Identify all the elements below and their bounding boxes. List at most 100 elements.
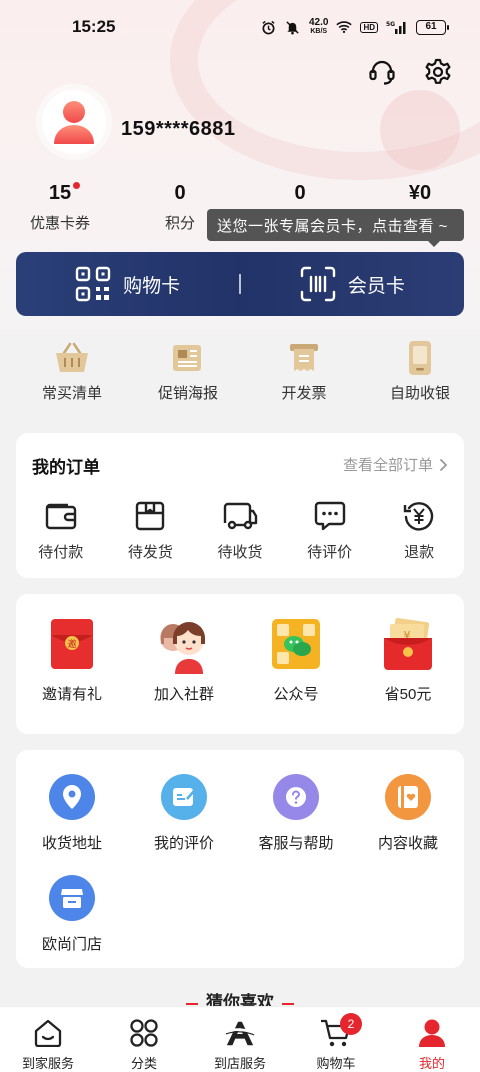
service-help[interactable]: 客服与帮助 — [240, 774, 352, 853]
category-grid-icon — [128, 1017, 160, 1049]
basket-icon — [54, 340, 90, 376]
user-phone[interactable]: 159****6881 — [121, 118, 236, 141]
wechat-qr-icon — [267, 614, 325, 674]
alarm-icon — [261, 19, 277, 35]
avatar[interactable] — [42, 90, 106, 154]
card-bar: 购物卡 会员卡 — [16, 252, 464, 316]
services-grid: 收货地址 我的评价 客服与帮助 内容收藏 欧尚门店 — [16, 774, 464, 954]
tab-cart[interactable]: 2 购物车 — [288, 1007, 384, 1072]
stat-label: 优惠卡券 — [29, 215, 90, 232]
order-pending-receipt[interactable]: 待收货 — [195, 499, 285, 562]
order-refund[interactable]: 退款 — [374, 499, 464, 562]
refund-yen-icon — [401, 499, 437, 533]
promo-card: 邀 邀请有礼 加入社群 公众号 ¥ 省50元 — [16, 594, 464, 734]
qr-code-icon — [75, 266, 111, 302]
quick-frequent-list[interactable]: 常买清单 — [14, 340, 130, 403]
view-all-orders-link[interactable]: 查看全部订单 — [343, 454, 448, 475]
tab-label: 到店服务 — [213, 1056, 266, 1071]
tab-in-store[interactable]: 到店服务 — [192, 1007, 288, 1072]
quick-label: 常买清单 — [41, 385, 102, 402]
status-bar: 15:25 42.0 KB/S HD 5G 61 — [0, 0, 480, 54]
order-pending-review[interactable]: 待评价 — [285, 499, 375, 562]
quick-invoice[interactable]: 开发票 — [246, 340, 362, 403]
quick-label: 促销海报 — [157, 385, 218, 402]
service-stores[interactable]: 欧尚门店 — [16, 875, 128, 954]
service-address[interactable]: 收货地址 — [16, 774, 128, 853]
settings-gear-icon[interactable] — [422, 56, 454, 88]
promo-official-account[interactable]: 公众号 — [240, 614, 352, 704]
order-pending-shipment[interactable]: 待发货 — [106, 499, 196, 562]
delivery-truck-icon — [222, 499, 258, 533]
order-status-label: 待收货 — [217, 544, 263, 561]
member-card-button[interactable]: 会员卡 — [241, 266, 464, 302]
store-front-icon — [49, 875, 95, 921]
promo-join-community[interactable]: 加入社群 — [128, 614, 240, 704]
services-card: 收货地址 我的评价 客服与帮助 内容收藏 欧尚门店 — [16, 750, 464, 968]
battery-indicator: 61 — [416, 19, 449, 35]
decor-circle — [380, 90, 460, 170]
service-label: 收货地址 — [41, 835, 102, 852]
promo-label: 加入社群 — [153, 686, 214, 703]
service-my-reviews[interactable]: 我的评价 — [128, 774, 240, 853]
order-status-label: 待付款 — [38, 544, 84, 561]
orders-card: 我的订单 查看全部订单 待付款 待发货 待收货 待评价 退款 — [16, 433, 464, 578]
help-question-icon — [273, 774, 319, 820]
view-all-label: 查看全部订单 — [342, 457, 433, 474]
tab-label: 我的 — [418, 1056, 445, 1071]
bottom-tab-bar: 到家服务 分类 到店服务 2 购物车 我的 — [0, 1006, 480, 1072]
notification-dot — [73, 182, 80, 189]
service-label: 内容收藏 — [377, 835, 438, 852]
red-envelope-icon: 邀 — [43, 614, 101, 674]
community-girl-icon — [155, 614, 213, 674]
promo-invite[interactable]: 邀 邀请有礼 — [16, 614, 128, 704]
tab-mine[interactable]: 我的 — [384, 1007, 480, 1072]
status-time: 15:25 — [72, 17, 116, 36]
quick-actions: 常买清单 促销海报 开发票 自助收银 — [0, 340, 480, 403]
orders-title: 我的订单 — [32, 458, 100, 477]
order-status-label: 待评价 — [307, 544, 353, 561]
quick-label: 自助收银 — [389, 385, 450, 402]
tab-category[interactable]: 分类 — [96, 1007, 192, 1072]
signal-icon: 5G — [386, 19, 408, 35]
svg-text:邀: 邀 — [67, 638, 76, 650]
customer-service-icon[interactable] — [366, 56, 398, 88]
divider — [282, 1002, 294, 1005]
order-status-label: 待发货 — [127, 544, 173, 561]
quick-self-checkout[interactable]: 自助收银 — [362, 340, 478, 403]
shopping-card-button[interactable]: 购物卡 — [16, 266, 239, 302]
user-avatar-icon — [54, 101, 94, 144]
chevron-right-icon — [439, 458, 448, 471]
order-pending-payment[interactable]: 待付款 — [16, 499, 106, 562]
home-icon — [32, 1017, 64, 1049]
stat-value: 0 — [294, 182, 306, 204]
tab-home-delivery[interactable]: 到家服务 — [0, 1007, 96, 1072]
user-profile-icon — [416, 1017, 448, 1049]
newspaper-icon — [170, 340, 206, 376]
receipt-icon — [286, 340, 322, 376]
quick-promo-poster[interactable]: 促销海报 — [130, 340, 246, 403]
svg-text:5G: 5G — [386, 21, 395, 28]
quick-label: 开发票 — [281, 385, 327, 402]
auchan-logo-icon — [224, 1017, 256, 1049]
stat-value: 15 — [48, 182, 72, 204]
stat-coupons[interactable]: 15 优惠卡券 — [0, 182, 120, 233]
member-card-tooltip[interactable]: 送您一张专属会员卡，点击查看 ~ — [207, 209, 464, 247]
service-label: 客服与帮助 — [258, 835, 334, 852]
package-icon — [132, 499, 168, 533]
cart-count-badge: 2 — [340, 1013, 362, 1035]
promo-save-50[interactable]: ¥ 省50元 — [352, 614, 464, 704]
wallet-icon — [43, 499, 79, 533]
promo-label: 邀请有礼 — [41, 686, 102, 703]
service-favorites[interactable]: 内容收藏 — [352, 774, 464, 853]
wifi-icon — [336, 19, 353, 35]
tab-label: 到家服务 — [21, 1056, 74, 1071]
order-status-row: 待付款 待发货 待收货 待评价 退款 — [16, 499, 464, 562]
order-status-label: 退款 — [404, 544, 435, 561]
comment-bubble-icon — [312, 499, 348, 533]
divider — [186, 1002, 198, 1005]
mute-icon — [285, 19, 301, 35]
service-label: 欧尚门店 — [41, 936, 102, 953]
promo-label: 省50元 — [384, 686, 432, 703]
service-label: 我的评价 — [153, 835, 214, 852]
review-edit-icon — [161, 774, 207, 820]
